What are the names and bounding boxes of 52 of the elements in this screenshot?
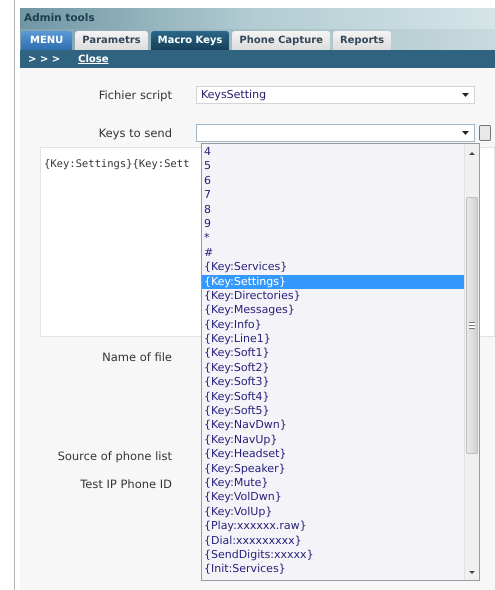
dropdown-option[interactable]: {Play:xxxxxx.raw}	[202, 519, 464, 534]
scrollbar[interactable]	[464, 144, 479, 580]
field-label: Test IP Phone ID	[79, 476, 172, 490]
window-title: Admin tools	[20, 8, 495, 29]
field-label: Source of phone list	[56, 448, 172, 462]
dropdown-option[interactable]: 7	[202, 188, 464, 203]
dropdown-option[interactable]: {Init:Services}	[202, 562, 464, 577]
dropdown-option[interactable]: *	[202, 231, 464, 246]
dropdown-option[interactable]: {Key:NavUp}	[202, 432, 464, 448]
dropdown-option[interactable]: {Key:Soft3}	[202, 375, 464, 390]
scroll-down-icon[interactable]	[469, 571, 475, 574]
dropdown-option[interactable]: 4	[202, 145, 464, 160]
script-text: {Key:Settings}{Key:Sett	[44, 158, 190, 170]
dropdown-option[interactable]: {Key:Soft1}	[202, 346, 464, 361]
dropdown-option[interactable]: {Key:NavDwn}	[202, 418, 464, 433]
dropdown-option[interactable]: {Key:Services}	[202, 260, 464, 275]
dropdown-option[interactable]: {SendDigits:xxxxx}	[202, 548, 464, 562]
scroll-up-icon[interactable]	[469, 152, 475, 155]
dropdown-option[interactable]: {Key:Headset}	[202, 447, 464, 462]
field-label: Fichier script	[98, 88, 172, 102]
dropdown-option[interactable]: {Key:VolUp}	[202, 504, 464, 520]
tab[interactable]: Macro Keys	[150, 31, 230, 50]
dropdown-option[interactable]: {Key:Soft2}	[202, 360, 464, 376]
scroll-thumb[interactable]	[466, 197, 478, 454]
page-icon[interactable]	[479, 124, 491, 140]
dropdown-option[interactable]: 8	[202, 202, 464, 217]
field-label: Name of file	[101, 350, 172, 364]
dropdown-option[interactable]: {Key:Info}	[202, 318, 464, 332]
close-link[interactable]: Close	[78, 54, 108, 64]
dropdown-option[interactable]: {Key:Messages}	[202, 303, 464, 318]
caret-icon	[462, 130, 469, 134]
dropdown-option[interactable]: {Key:VolDwn}	[202, 490, 464, 505]
dropdown-option[interactable]: #	[202, 246, 464, 260]
field-label: Keys to send	[98, 126, 172, 140]
dropdown-option[interactable]: {Dial:xxxxxxxxx}	[202, 534, 464, 548]
dropdown-option[interactable]: 5	[202, 159, 464, 174]
tab[interactable]: Reports	[332, 31, 392, 50]
dropdown-option[interactable]: {Key:Soft4}	[202, 390, 464, 404]
dropdown-option[interactable]: {Key:Soft5}	[202, 404, 464, 418]
tab[interactable]: Parametrs	[75, 31, 148, 50]
grip-icon	[469, 322, 475, 329]
dropdown-option[interactable]: 9	[202, 216, 464, 232]
dropdown-option[interactable]: {Key:Directories}	[202, 288, 464, 304]
tab[interactable]: Phone Capture	[232, 31, 330, 50]
arrows-label: > > >	[28, 54, 60, 64]
menu-button[interactable]: MENU	[21, 31, 72, 50]
dropdown-option[interactable]: 6	[202, 174, 464, 188]
dropdown-option[interactable]: {Key:Line1}	[202, 332, 464, 346]
script-select[interactable]: KeysSetting	[196, 86, 475, 104]
caret-icon	[462, 92, 469, 96]
dropdown-option[interactable]: {Key:Speaker}	[202, 462, 464, 476]
dropdown-option[interactable]: {Key:Mute}	[202, 476, 464, 490]
